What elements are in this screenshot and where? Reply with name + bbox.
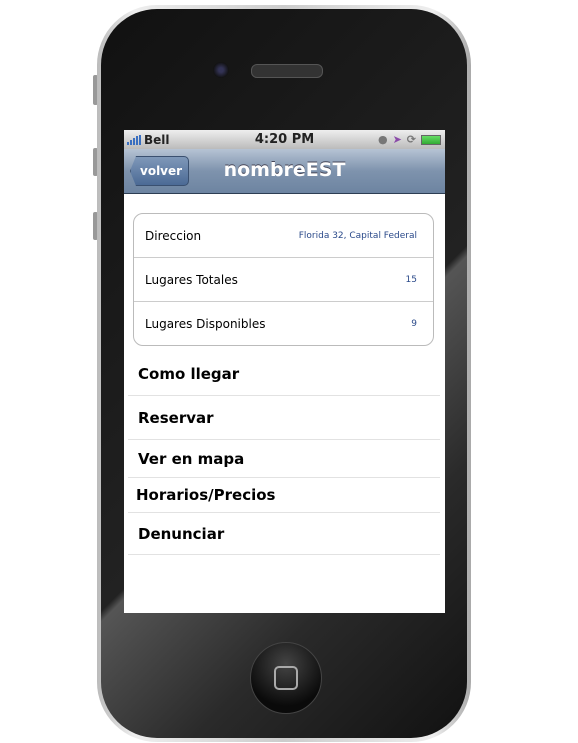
status-bar: Bell 4:20 PM ● ➤ ⟳ [124,130,445,149]
rotation-lock-icon: ⟳ [406,133,416,146]
speaker [251,64,323,78]
detail-row-lugares-disponibles: Lugares Disponibles 9 [134,302,433,345]
camera-icon [213,62,229,78]
alarm-icon: ● [377,133,388,146]
detail-row-lugares-totales: Lugares Totales 15 [134,258,433,302]
detail-label: Lugares Totales [145,272,238,287]
detail-label: Lugares Disponibles [145,316,266,331]
screen: Bell 4:20 PM ● ➤ ⟳ volver nombreEST Dire… [124,130,445,613]
detail-value: Florida 32, Capital Federal [298,230,417,241]
battery-icon [421,134,441,145]
menu-item-horarios-precios[interactable]: Horarios/Precios [128,478,440,513]
menu-item-como-llegar[interactable]: Como llegar [128,352,440,396]
detail-value: 15 [405,274,417,285]
navigation-bar: volver nombreEST [124,149,445,194]
detail-row-direccion: Direccion Florida 32, Capital Federal [134,214,433,258]
detail-label: Direccion [145,228,202,243]
menu-item-reservar[interactable]: Reservar [128,396,440,440]
menu-item-ver-en-mapa[interactable]: Ver en mapa [128,440,440,478]
page-title: nombreEST [223,159,346,181]
location-icon: ➤ [392,133,402,146]
detail-value: 9 [411,318,417,329]
details-table: Direccion Florida 32, Capital Federal Lug… [133,213,434,346]
action-menu: Como llegar Reservar Ver en mapa Horario… [128,352,440,555]
menu-item-denunciar[interactable]: Denunciar [128,513,440,555]
home-button[interactable] [250,642,322,714]
